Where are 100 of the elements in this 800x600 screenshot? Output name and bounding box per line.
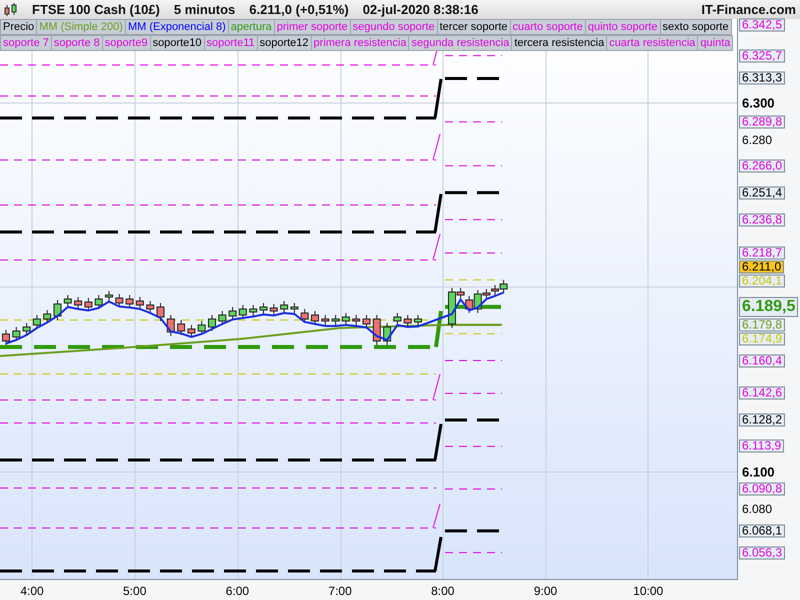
candlestick	[332, 314, 340, 326]
legend-item[interactable]: soporte10	[150, 35, 204, 51]
candlestick	[228, 306, 237, 320]
legend-item[interactable]: cuarta resistencia	[606, 35, 698, 51]
level-connector-line	[432, 374, 440, 400]
price-tag: 6.342,5	[739, 18, 786, 32]
candlestick	[414, 314, 422, 326]
candlestick	[404, 314, 412, 328]
level-connector-line	[434, 424, 442, 460]
legend-item[interactable]: sexto soporte	[660, 19, 732, 35]
time-label: 7:00	[328, 584, 352, 598]
price-change: 6.211,0 (+0,51%)	[249, 2, 349, 17]
timeframe-label: 5 minutos	[174, 2, 236, 17]
legend-item[interactable]: Precio	[0, 19, 38, 35]
price-tag: 6.068,1	[739, 524, 786, 538]
candlestick	[166, 314, 175, 336]
level-connector-line	[432, 134, 440, 160]
candlestick	[238, 304, 247, 320]
instrument-title: FTSE 100 Cash (10£)	[32, 2, 160, 17]
legend-item[interactable]: segundo soporte	[350, 19, 438, 35]
level-line	[444, 252, 502, 254]
candlestick	[54, 300, 62, 320]
candlestick	[270, 304, 278, 316]
level-line	[445, 76, 502, 80]
price-tag: 6.251,4	[739, 186, 786, 200]
legend-item[interactable]: soporte9	[102, 35, 151, 51]
level-line	[445, 529, 502, 532]
legend-item[interactable]: tercer soporte	[436, 19, 510, 35]
price-tag: 6.174,9	[739, 332, 786, 346]
candlestick	[32, 314, 41, 330]
candlestick	[218, 310, 226, 326]
price-tag: 6.113,9	[739, 440, 784, 453]
level-line	[444, 165, 502, 166]
price-tag: 6.325,7	[739, 49, 786, 62]
legend-item[interactable]: cuarto soporte	[510, 19, 586, 35]
candlestick	[208, 314, 216, 332]
candlestick	[260, 302, 268, 314]
level-line	[445, 191, 502, 194]
price-tick-label: 6.080	[742, 502, 772, 516]
legend-item[interactable]: soporte 8	[50, 35, 103, 51]
candlestick	[64, 294, 72, 308]
candlestick	[321, 314, 330, 326]
legend-item[interactable]: soporte11	[204, 35, 258, 51]
time-label: 8:00	[431, 584, 454, 598]
legend-item[interactable]: quinta	[697, 35, 734, 51]
level-connector-line	[434, 536, 442, 572]
datetime-label: 02-jul-2020 8:38:16	[362, 2, 478, 17]
legend-item[interactable]: MM (Exponencial 8)	[124, 19, 229, 35]
candlestick	[290, 302, 298, 314]
candlestick	[300, 308, 309, 324]
candlestick	[280, 300, 288, 314]
time-label: 9:00	[534, 584, 558, 598]
level-line	[444, 121, 502, 122]
candlestick	[74, 296, 82, 310]
candlestick	[126, 294, 134, 308]
candlestick	[362, 314, 370, 328]
level-line	[444, 446, 502, 447]
price-tick-label: 6.100	[742, 464, 775, 480]
price-tag: 6.160,4	[739, 354, 786, 368]
candlestick	[311, 310, 319, 326]
legend-item[interactable]: soporte12	[256, 35, 312, 51]
candlestick	[2, 330, 10, 346]
level-line	[444, 360, 502, 362]
time-label: 5:00	[123, 584, 146, 598]
candlestick	[249, 304, 258, 316]
legend-item[interactable]: tercera resistencia	[511, 35, 608, 51]
candlestick	[43, 310, 52, 324]
legend-item[interactable]: MM (Simple 200)	[36, 19, 126, 35]
legend-item[interactable]: primer soporte	[274, 19, 351, 35]
level-connector-line	[432, 504, 440, 528]
legend-item[interactable]: apertura	[228, 19, 275, 35]
candlestick	[342, 312, 350, 326]
level-line	[444, 488, 502, 490]
candlestick	[177, 320, 186, 336]
time-label: 10:00	[633, 584, 664, 598]
legend-item[interactable]: primera resistencia	[310, 35, 410, 51]
candlestick	[115, 294, 124, 308]
time-label: 6:00	[226, 584, 250, 598]
candlestick	[352, 314, 360, 326]
level-line	[444, 392, 502, 394]
price-tag: 6.218,7	[739, 246, 786, 260]
candlestick	[500, 280, 508, 294]
price-tag: 6.313,3	[739, 72, 786, 85]
level-line	[445, 304, 502, 309]
legend-item[interactable]: soporte 7	[0, 35, 52, 51]
price-tag: 6.189,5	[739, 296, 798, 317]
level-line	[445, 418, 502, 422]
candlestick-icon	[4, 2, 18, 16]
candlestick	[372, 314, 381, 346]
level-line	[444, 219, 502, 220]
candlestick	[187, 324, 196, 338]
legend-item[interactable]: segunda resistencia	[408, 35, 512, 51]
price-tag: 6.056,3	[739, 546, 786, 560]
time-label: 4:00	[20, 584, 44, 598]
legend-item[interactable]: quinto soporte	[584, 19, 661, 35]
level-line	[444, 55, 502, 56]
price-tag: 6.128,2	[739, 413, 786, 426]
candlestick	[198, 320, 206, 336]
candlestick	[84, 298, 92, 312]
brand-label: IT-Finance.com	[701, 2, 796, 17]
